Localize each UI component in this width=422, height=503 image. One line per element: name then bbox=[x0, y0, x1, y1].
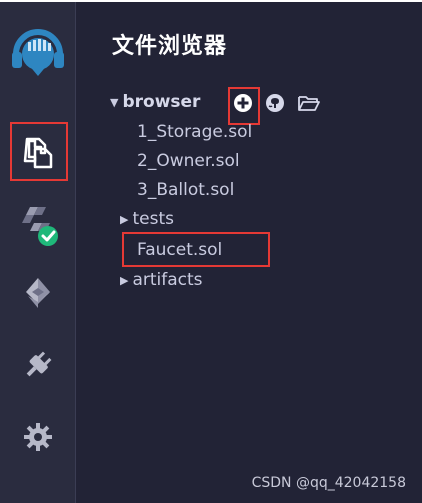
open-folder-icon[interactable] bbox=[296, 90, 322, 116]
tree-folder-artifacts-label: artifacts bbox=[132, 270, 203, 290]
tree-folder-artifacts[interactable]: ▶ artifacts bbox=[120, 270, 203, 290]
file-explorer-icon[interactable] bbox=[0, 127, 75, 177]
settings-icon[interactable] bbox=[0, 412, 75, 462]
tree-folder-tests[interactable]: ▶ tests bbox=[120, 209, 174, 229]
github-icon[interactable] bbox=[262, 90, 288, 116]
panel-title: 文件浏览器 bbox=[112, 34, 228, 59]
caret-right-icon: ▶ bbox=[120, 273, 129, 287]
tree-folder-tests-label: tests bbox=[132, 209, 174, 229]
solidity-compiler-icon[interactable] bbox=[0, 197, 75, 252]
plugin-manager-icon[interactable] bbox=[0, 340, 75, 390]
tree-file-storage[interactable]: 1_Storage.sol bbox=[137, 122, 252, 142]
watermark: CSDN @qq_42042158 bbox=[251, 475, 406, 491]
caret-right-icon: ▶ bbox=[120, 212, 129, 226]
tree-root-label: browser bbox=[122, 92, 201, 112]
tree-file-owner[interactable]: 2_Owner.sol bbox=[137, 151, 240, 171]
tree-file-faucet[interactable]: Faucet.sol bbox=[137, 240, 222, 260]
caret-down-icon: ▼ bbox=[110, 95, 119, 109]
icon-rail bbox=[0, 2, 76, 503]
deploy-run-icon[interactable] bbox=[0, 267, 75, 317]
remix-logo-icon[interactable] bbox=[0, 22, 75, 90]
tree-file-ballot[interactable]: 3_Ballot.sol bbox=[137, 180, 234, 200]
create-file-icon[interactable] bbox=[229, 90, 257, 116]
tree-root-browser[interactable]: ▼ browser bbox=[110, 92, 200, 112]
